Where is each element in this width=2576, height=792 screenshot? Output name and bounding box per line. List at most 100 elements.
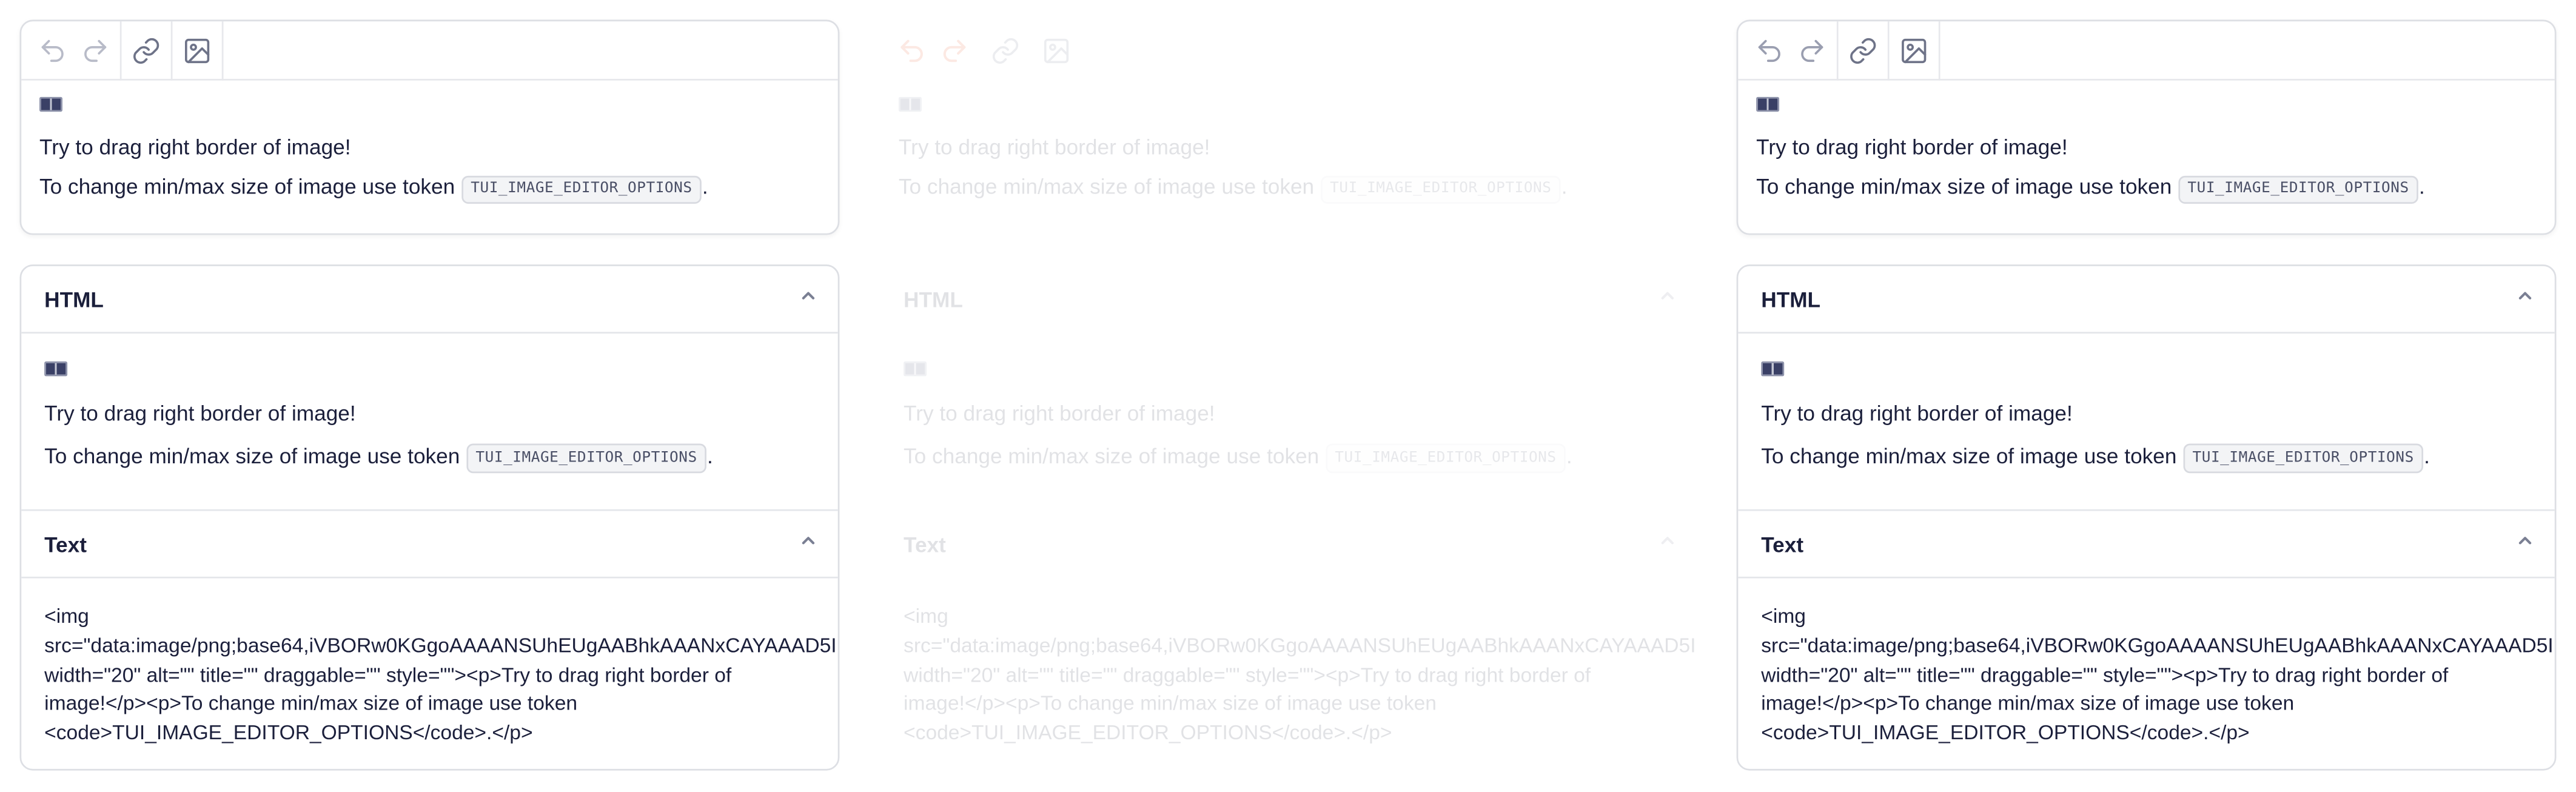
history-group bbox=[31, 20, 122, 80]
content-line-2-suffix: . bbox=[702, 174, 708, 199]
content-line-2-text: To change min/max size of image use toke… bbox=[898, 174, 1320, 199]
redo-icon bbox=[1801, 39, 1823, 61]
demo-stage: Try to drag right border of image! To ch… bbox=[0, 0, 2576, 792]
editor-content[interactable]: Try to drag right border of image! To ch… bbox=[21, 81, 837, 204]
chevron-up-icon[interactable] bbox=[799, 284, 819, 314]
output-panels: HTML Try to drag right border of image! … bbox=[19, 264, 840, 771]
chevron-up-icon[interactable] bbox=[2515, 284, 2535, 314]
html-line-1: Try to drag right border of image! bbox=[1761, 401, 2073, 426]
token-code: TUI_IMAGE_EDITOR_OPTIONS bbox=[466, 443, 707, 474]
text-line-3: width="20" alt="" title="" draggable="" … bbox=[1761, 663, 2449, 686]
image-button[interactable] bbox=[1035, 29, 1078, 71]
output-panels: HTML Try to drag right border of image! … bbox=[1736, 264, 2557, 771]
undo-button[interactable] bbox=[31, 29, 73, 71]
redo-button[interactable] bbox=[74, 29, 116, 71]
link-button[interactable] bbox=[125, 29, 167, 71]
image-button[interactable] bbox=[176, 29, 218, 71]
image-group bbox=[1035, 21, 1083, 80]
token-code: TUI_IMAGE_EDITOR_OPTIONS bbox=[2178, 175, 2419, 204]
content-line-1: Try to drag right border of image! bbox=[898, 135, 1210, 159]
redo-icon bbox=[943, 39, 966, 61]
token-code: TUI_IMAGE_EDITOR_OPTIONS bbox=[1325, 443, 1566, 474]
content-line-2-suffix: . bbox=[2418, 174, 2425, 199]
image-icon bbox=[1044, 38, 1069, 62]
image-group bbox=[176, 20, 224, 80]
chevron-up-icon[interactable] bbox=[2515, 529, 2535, 559]
html-panel-header[interactable]: HTML bbox=[1738, 266, 2555, 334]
undo-icon bbox=[41, 39, 64, 61]
content-line-1: Try to drag right border of image! bbox=[39, 135, 351, 159]
link-icon bbox=[992, 37, 1019, 63]
inline-image[interactable] bbox=[1756, 96, 1780, 112]
html-panel-header[interactable]: HTML bbox=[880, 266, 1697, 334]
text-line-4: image!</p><p>To change min/max size of i… bbox=[1761, 692, 2295, 716]
chevron-up-icon[interactable] bbox=[799, 529, 819, 559]
editor-box: Try to drag right border of image! To ch… bbox=[19, 19, 840, 235]
html-panel-title: HTML bbox=[44, 286, 104, 312]
editor-content[interactable]: Try to drag right border of image! To ch… bbox=[1738, 81, 2554, 204]
inline-image[interactable] bbox=[39, 96, 62, 112]
content-line-2-text: To change min/max size of image use toke… bbox=[1756, 174, 2178, 199]
text-line-1: <img bbox=[44, 604, 89, 628]
text-line-1: <img bbox=[1761, 604, 1806, 628]
text-panel-title: Text bbox=[904, 531, 946, 557]
text-line-3: width="20" alt="" title="" draggable="" … bbox=[904, 663, 1591, 686]
redo-button[interactable] bbox=[933, 29, 976, 71]
chevron-up-icon[interactable] bbox=[1658, 529, 1678, 559]
text-panel-body: <img src="data:image/png;base64,iVBORw0KG… bbox=[1738, 579, 2554, 750]
output-panels: HTML Try to drag right border of image! … bbox=[879, 264, 1699, 771]
text-panel-title: Text bbox=[1761, 531, 1804, 557]
html-line-2-text: To change min/max size of image use toke… bbox=[44, 443, 466, 469]
content-line-2: To change min/max size of image use toke… bbox=[1756, 174, 2537, 204]
text-panel-header[interactable]: Text bbox=[880, 511, 1697, 579]
content-line-1: Try to drag right border of image! bbox=[1756, 135, 2068, 159]
inline-image bbox=[44, 361, 68, 377]
content-line-2: To change min/max size of image use toke… bbox=[39, 174, 820, 204]
editor-toolbar bbox=[21, 20, 838, 81]
text-line-2: src="data:image/png;base64,iVBORw0KGgoAA… bbox=[904, 634, 1696, 657]
text-line-5: <code>TUI_IMAGE_EDITOR_OPTIONS</code>.</… bbox=[1761, 721, 2250, 745]
editor-content[interactable]: Try to drag right border of image! To ch… bbox=[880, 81, 1697, 204]
history-group bbox=[890, 21, 981, 80]
undo-button[interactable] bbox=[890, 29, 933, 71]
text-line-2: src="data:image/png;base64,iVBORw0KGgoAA… bbox=[1761, 634, 2554, 657]
text-panel-title: Text bbox=[44, 531, 87, 557]
text-line-1: <img bbox=[904, 604, 948, 628]
html-line-2: To change min/max size of image use toke… bbox=[1761, 443, 2532, 474]
text-panel-body: <img src="data:image/png;base64,iVBORw0KG… bbox=[880, 579, 1697, 750]
html-panel-body: Try to drag right border of image! To ch… bbox=[21, 334, 838, 511]
html-panel-title: HTML bbox=[1761, 286, 1821, 312]
chevron-up-icon[interactable] bbox=[1658, 284, 1678, 314]
undo-button[interactable] bbox=[1748, 29, 1791, 71]
redo-button[interactable] bbox=[1791, 29, 1833, 71]
inline-image bbox=[1761, 361, 1785, 377]
html-panel-header[interactable]: HTML bbox=[21, 266, 838, 334]
html-line-2-suffix: . bbox=[706, 443, 713, 469]
text-panel-header[interactable]: Text bbox=[1738, 511, 2555, 579]
link-group bbox=[1842, 20, 1890, 80]
content-line-2-text: To change min/max size of image use toke… bbox=[39, 174, 461, 199]
editor-toolbar bbox=[1738, 20, 2555, 81]
image-group bbox=[1893, 20, 1940, 80]
html-panel-body: Try to drag right border of image! To ch… bbox=[880, 334, 1697, 511]
undo-icon bbox=[1758, 39, 1780, 61]
link-group bbox=[125, 20, 173, 80]
html-line-2: To change min/max size of image use toke… bbox=[44, 443, 815, 474]
editor-toolbar bbox=[880, 21, 1697, 81]
image-button[interactable] bbox=[1893, 29, 1935, 71]
html-line-2-text: To change min/max size of image use toke… bbox=[1761, 443, 2183, 469]
link-button[interactable] bbox=[1842, 29, 1884, 71]
html-line-1: Try to drag right border of image! bbox=[44, 401, 356, 426]
link-icon bbox=[1850, 37, 1876, 63]
token-code: TUI_IMAGE_EDITOR_OPTIONS bbox=[461, 175, 702, 204]
html-line-2: To change min/max size of image use toke… bbox=[904, 443, 1674, 474]
html-panel-body: Try to drag right border of image! To ch… bbox=[1738, 334, 2555, 511]
text-panel-body: <img src="data:image/png;base64,iVBORw0KG… bbox=[21, 579, 837, 750]
text-panel-header[interactable]: Text bbox=[21, 511, 838, 579]
html-panel-title: HTML bbox=[904, 286, 963, 312]
html-line-2-suffix: . bbox=[2424, 443, 2430, 469]
inline-image[interactable] bbox=[898, 96, 922, 112]
link-button[interactable] bbox=[984, 29, 1027, 71]
token-code: TUI_IMAGE_EDITOR_OPTIONS bbox=[1320, 175, 1561, 204]
text-line-4: image!</p><p>To change min/max size of i… bbox=[44, 692, 578, 716]
